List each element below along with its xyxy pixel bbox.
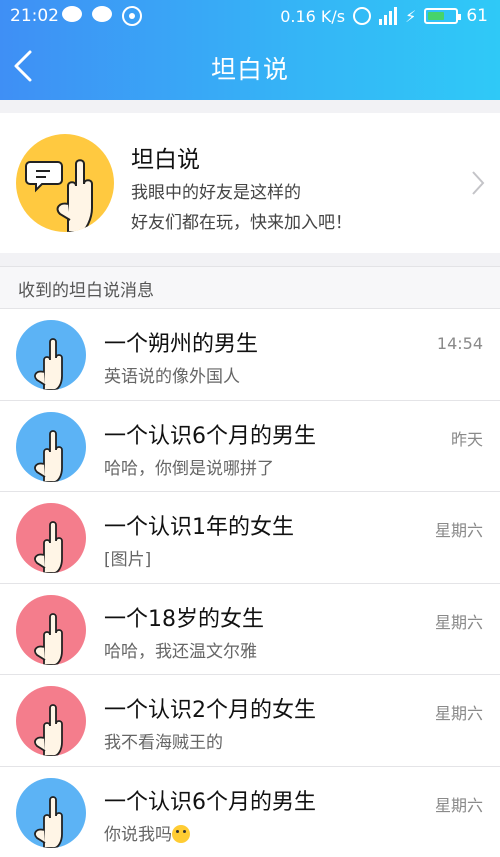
alarm-clock-icon (353, 7, 371, 25)
avatar[interactable] (16, 320, 86, 390)
section-label: 收到的坦白说消息 (18, 276, 154, 301)
avatar[interactable] (16, 595, 86, 665)
avatar[interactable] (16, 778, 86, 848)
page-title: 坦白说 (0, 50, 500, 86)
signal-icon (379, 7, 397, 25)
hand-avatar-icon (16, 412, 86, 482)
status-time: 21:02 (10, 6, 59, 26)
promo-title: 坦白说 (131, 140, 200, 174)
message-time: 昨天 (451, 426, 483, 450)
sender-name: 一个认识1年的女生 (104, 509, 294, 541)
sender-name: 一个认识6个月的男生 (104, 418, 316, 450)
message-text: 英语说的像外国人 (104, 367, 240, 387)
header-bar: 21:02 0.16 K/s ⚡ 61 坦白说 (0, 0, 500, 100)
message-row[interactable]: 一个朔州的男生 英语说的像外国人 14:54 (0, 308, 500, 400)
message-preview: 英语说的像外国人 (104, 362, 240, 387)
network-icon (122, 6, 142, 26)
message-preview: 哈哈，你倒是说哪拼了 (104, 454, 274, 479)
message-time: 14:54 (437, 334, 483, 353)
message-text: 我不看海贼王的 (104, 733, 223, 753)
laughing-emoji-icon (172, 825, 190, 843)
message-text: 哈哈，我还温文尔雅 (104, 642, 257, 662)
battery-percent: 61 (466, 6, 488, 26)
hand-avatar-icon (16, 503, 86, 573)
message-row[interactable]: 一个认识6个月的男生 哈哈，你倒是说哪拼了 昨天 (0, 400, 500, 492)
message-preview: 你说我吗 (104, 820, 190, 845)
message-row[interactable]: 一个认识1年的女生 [图片] 星期六 (0, 491, 500, 583)
network-speed: 0.16 K/s (280, 7, 345, 26)
hand-avatar-icon (16, 595, 86, 665)
chat-bubble-icon (62, 6, 82, 22)
hand-avatar-icon (16, 778, 86, 848)
promo-subtitle-2: 好友们都在玩，快来加入吧！ (131, 208, 352, 233)
message-text: [图片] (104, 550, 151, 570)
charging-icon: ⚡ (405, 7, 416, 26)
status-bar: 21:02 0.16 K/s ⚡ 61 (0, 0, 500, 32)
message-row[interactable]: 一个认识6个月的男生 你说我吗 星期六 (0, 766, 500, 857)
message-preview: 哈哈，我还温文尔雅 (104, 637, 257, 662)
avatar[interactable] (16, 686, 86, 756)
promo-avatar (16, 134, 114, 232)
sender-name: 一个18岁的女生 (104, 601, 264, 633)
hand-speech-icon (16, 134, 114, 232)
sender-name: 一个认识6个月的男生 (104, 784, 316, 816)
message-row[interactable]: 一个认识2个月的女生 我不看海贼王的 星期六 (0, 674, 500, 766)
message-time: 星期六 (435, 609, 483, 633)
status-right: 0.16 K/s ⚡ 61 (280, 6, 488, 26)
message-row[interactable]: 一个18岁的女生 哈哈，我还温文尔雅 星期六 (0, 583, 500, 675)
hand-avatar-icon (16, 320, 86, 390)
hand-avatar-icon (16, 686, 86, 756)
message-list: 一个朔州的男生 英语说的像外国人 14:54 一个认识6个月的男生 哈哈，你倒是… (0, 308, 500, 857)
chat-bubble-icon (92, 6, 112, 22)
notification-icons (62, 6, 142, 26)
message-text: 哈哈，你倒是说哪拼了 (104, 459, 274, 479)
avatar[interactable] (16, 503, 86, 573)
promo-card[interactable]: 坦白说 我眼中的好友是这样的 好友们都在玩，快来加入吧！ (0, 113, 500, 253)
promo-subtitle-1: 我眼中的好友是这样的 (131, 178, 301, 203)
chevron-right-icon (470, 169, 486, 197)
message-time: 星期六 (435, 792, 483, 816)
message-preview: 我不看海贼王的 (104, 728, 223, 753)
battery-icon (424, 8, 458, 24)
message-time: 星期六 (435, 517, 483, 541)
message-time: 星期六 (435, 700, 483, 724)
sender-name: 一个认识2个月的女生 (104, 692, 316, 724)
avatar[interactable] (16, 412, 86, 482)
message-text: 你说我吗 (104, 825, 172, 845)
message-preview: [图片] (104, 545, 151, 570)
sender-name: 一个朔州的男生 (104, 326, 258, 358)
